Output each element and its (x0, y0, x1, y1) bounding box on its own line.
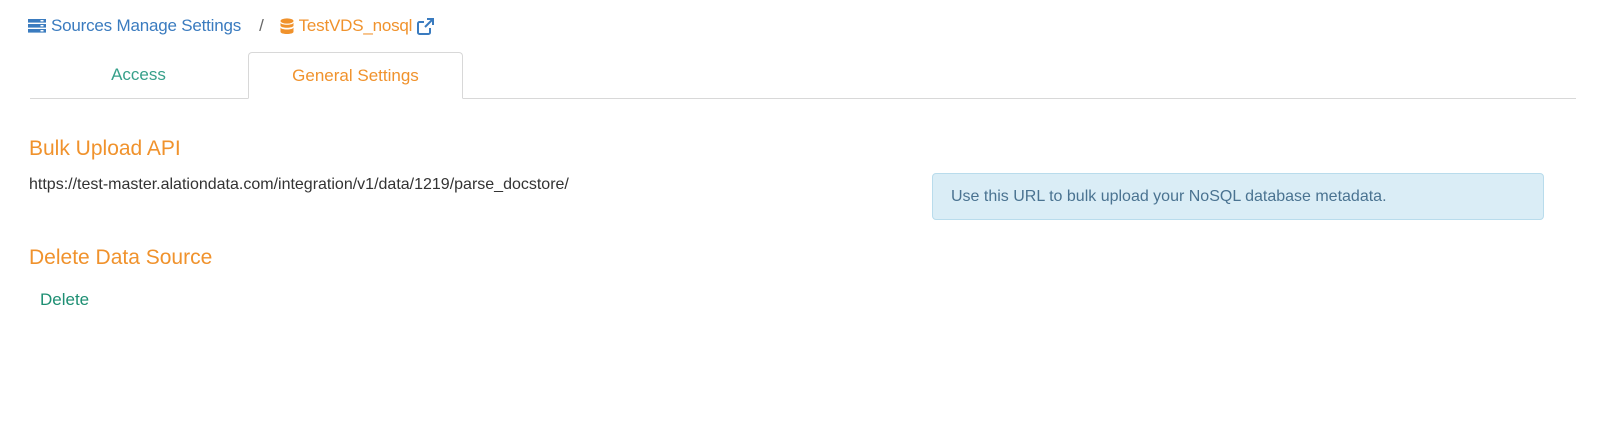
breadcrumb-current-label: TestVDS_nosql (298, 16, 413, 35)
bulk-upload-title: Bulk Upload API (29, 137, 181, 160)
tab-access[interactable]: Access (30, 52, 247, 97)
breadcrumb-sources-link[interactable]: Sources Manage Settings (28, 16, 241, 36)
page: Sources Manage Settings / TestVDS_nosql … (0, 0, 1600, 425)
breadcrumb: Sources Manage Settings / TestVDS_nosql (28, 14, 435, 38)
delete-section-title: Delete Data Source (29, 246, 213, 269)
delete-button[interactable]: Delete (40, 290, 89, 310)
breadcrumb-sources-label: Sources Manage Settings (51, 16, 242, 35)
bulk-upload-info-text: Use this URL to bulk upload your NoSQL d… (951, 187, 1387, 205)
server-list-icon (28, 19, 46, 33)
breadcrumb-separator: / (259, 16, 264, 35)
bulk-upload-info-box: Use this URL to bulk upload your NoSQL d… (932, 173, 1544, 220)
tab-general-settings[interactable]: General Settings (248, 52, 463, 99)
database-icon (280, 17, 294, 35)
external-link-icon[interactable] (417, 17, 435, 35)
tab-bar: Access General Settings (30, 52, 1576, 99)
bulk-upload-url: https://test-master.alationdata.com/inte… (29, 176, 569, 193)
breadcrumb-current-link[interactable]: TestVDS_nosql (280, 16, 413, 36)
